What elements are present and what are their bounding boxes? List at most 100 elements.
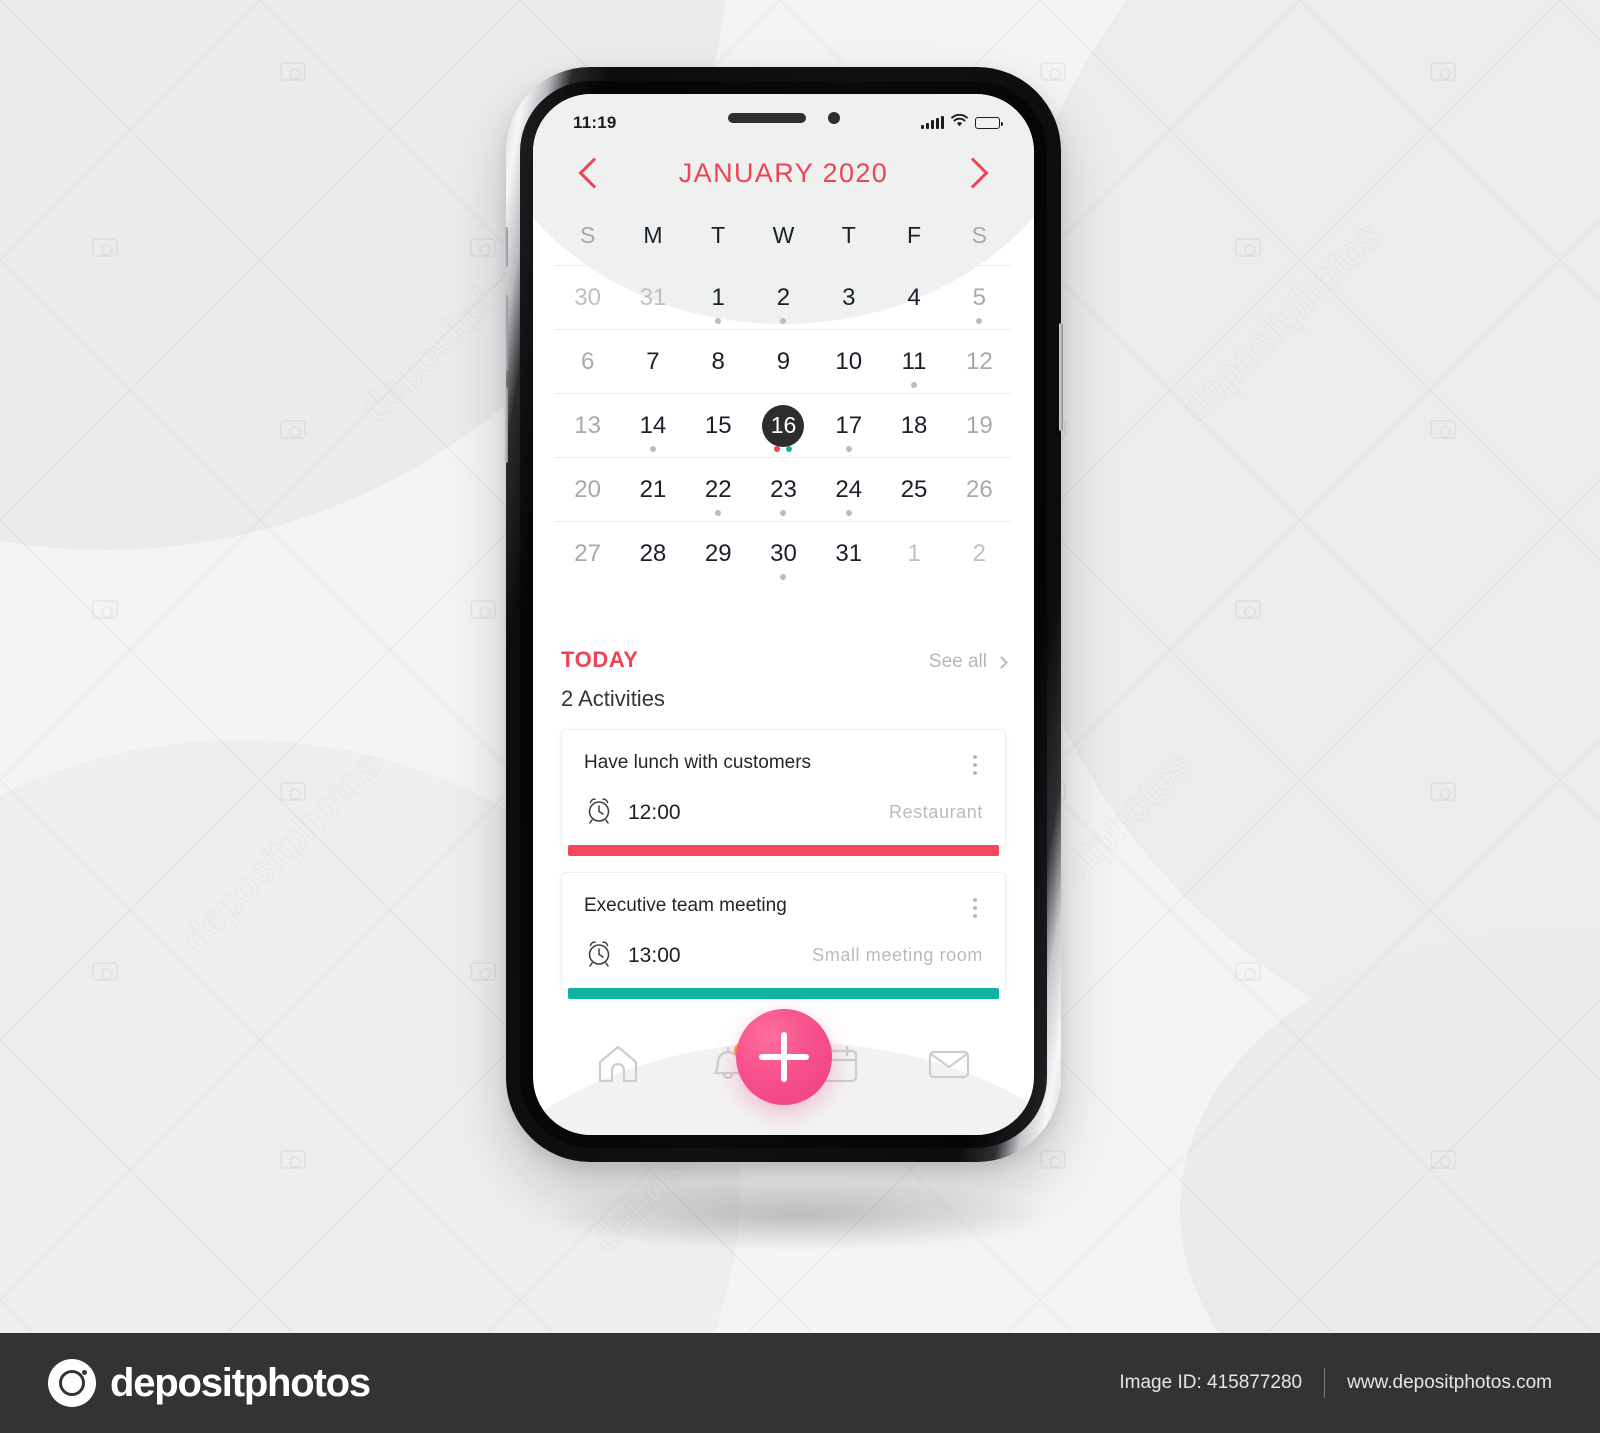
day-number: 3 bbox=[842, 283, 856, 311]
calendar-day-9[interactable]: 9 bbox=[751, 330, 816, 393]
kebab-menu-icon[interactable] bbox=[967, 752, 983, 778]
see-all-label: See all bbox=[928, 651, 987, 672]
calendar-day-15[interactable]: 15 bbox=[686, 394, 751, 457]
calendar-week-row: 30 31 1 2 3 4 5 bbox=[555, 265, 1012, 329]
plus-icon-vertical bbox=[780, 1032, 787, 1082]
volume-up-button[interactable] bbox=[504, 295, 508, 371]
event-dots bbox=[845, 510, 852, 516]
weekday-header-5: F bbox=[907, 222, 922, 248]
volume-down-button[interactable] bbox=[504, 387, 508, 463]
calendar-week-row: 27 28 29 30 31 1 2 bbox=[555, 521, 1012, 585]
calendar-day-7[interactable]: 7 bbox=[620, 330, 685, 393]
calendar-week-row: 6 7 8 9 10 11 12 bbox=[555, 329, 1012, 393]
day-number: 17 bbox=[835, 411, 863, 439]
status-icons bbox=[921, 113, 1004, 132]
calendar-day-2[interactable]: 2 bbox=[947, 522, 1012, 585]
calendar-day-12[interactable]: 12 bbox=[947, 330, 1012, 393]
day-number: 29 bbox=[704, 539, 732, 567]
weekday-header-4: T bbox=[841, 222, 856, 248]
event-dots bbox=[715, 318, 722, 324]
day-number: 15 bbox=[704, 411, 732, 439]
calendar-day-8[interactable]: 8 bbox=[686, 330, 751, 393]
calendar-day-3[interactable]: 3 bbox=[816, 266, 881, 329]
notch-area bbox=[727, 112, 840, 124]
weekday-header-row: SMTWTFS bbox=[555, 210, 1012, 265]
day-number: 14 bbox=[639, 411, 667, 439]
day-number: 5 bbox=[972, 283, 987, 311]
calendar-day-1[interactable]: 1 bbox=[881, 522, 946, 585]
activity-card-bottom: 12:00 Restaurant bbox=[584, 795, 983, 830]
event-dots bbox=[976, 318, 983, 324]
event-dots bbox=[845, 446, 852, 452]
camera-watermark-icon bbox=[1235, 238, 1261, 257]
weekday-header-3: W bbox=[772, 222, 795, 248]
calendar-day-18[interactable]: 18 bbox=[881, 394, 946, 457]
calendar-day-20[interactable]: 20 bbox=[555, 458, 620, 521]
calendar-day-30[interactable]: 30 bbox=[751, 522, 816, 585]
earpiece-speaker bbox=[727, 113, 806, 123]
day-number: 30 bbox=[770, 539, 797, 567]
day-number: 31 bbox=[835, 539, 863, 567]
calendar-day-14[interactable]: 14 bbox=[620, 394, 685, 457]
calendar-day-25[interactable]: 25 bbox=[881, 458, 946, 521]
stock-footer-bar: depositphotos Image ID: 415877280 www.de… bbox=[0, 1333, 1600, 1433]
event-dot-gray bbox=[715, 318, 722, 324]
day-number: 20 bbox=[574, 475, 601, 503]
calendar-day-10[interactable]: 10 bbox=[816, 330, 881, 393]
kebab-menu-icon[interactable] bbox=[967, 895, 983, 921]
calendar-day-2[interactable]: 2 bbox=[751, 266, 816, 329]
silent-switch[interactable] bbox=[504, 227, 508, 267]
status-time: 11:19 bbox=[573, 113, 617, 132]
calendar-day-27[interactable]: 27 bbox=[555, 522, 620, 585]
see-all-link[interactable]: See all bbox=[928, 651, 1008, 673]
screenshot-stage: depositphotos depositphotos depositphoto… bbox=[0, 0, 1600, 1433]
calendar-day-28[interactable]: 28 bbox=[620, 522, 685, 585]
calendar-day-22[interactable]: 22 bbox=[686, 458, 751, 521]
power-button[interactable] bbox=[1059, 323, 1063, 431]
calendar-day-1[interactable]: 1 bbox=[686, 266, 751, 329]
wifi-icon bbox=[951, 113, 968, 132]
nav-item-mail[interactable] bbox=[922, 1037, 976, 1091]
footer-brand-text: depositphotos bbox=[110, 1360, 371, 1405]
nav-item-home[interactable] bbox=[591, 1037, 645, 1091]
day-number: 13 bbox=[574, 411, 601, 439]
previous-month-button[interactable] bbox=[577, 156, 611, 190]
home-icon bbox=[596, 1043, 640, 1085]
activity-time: 12:00 bbox=[628, 800, 681, 824]
calendar-day-30[interactable]: 30 bbox=[555, 266, 620, 329]
activity-card[interactable]: Have lunch with customers 12:00 Restaurant bbox=[561, 729, 1006, 856]
calendar-day-6[interactable]: 6 bbox=[555, 330, 620, 393]
signal-bars-icon bbox=[921, 116, 944, 129]
calendar-day-29[interactable]: 29 bbox=[686, 522, 751, 585]
event-dots bbox=[774, 446, 793, 452]
calendar-day-31[interactable]: 31 bbox=[816, 522, 881, 585]
add-activity-fab[interactable] bbox=[735, 1009, 832, 1105]
calendar-day-24[interactable]: 24 bbox=[816, 458, 881, 521]
camera-watermark-icon bbox=[1235, 600, 1261, 619]
image-id-label: Image ID: 415877280 bbox=[1119, 1372, 1303, 1393]
camera-watermark-icon bbox=[280, 62, 306, 81]
calendar-day-23[interactable]: 23 bbox=[751, 458, 816, 521]
day-number: 7 bbox=[646, 347, 660, 375]
calendar-day-17[interactable]: 17 bbox=[816, 394, 881, 457]
footer-brand: depositphotos bbox=[48, 1359, 371, 1407]
activity-time: 13:00 bbox=[628, 943, 681, 967]
camera-watermark-icon bbox=[280, 1150, 306, 1169]
calendar-day-21[interactable]: 21 bbox=[620, 458, 685, 521]
calendar-day-16[interactable]: 16 bbox=[751, 394, 816, 457]
activity-time-group: 12:00 bbox=[584, 795, 681, 830]
footer-website-link[interactable]: www.depositphotos.com bbox=[1347, 1372, 1552, 1394]
calendar-day-19[interactable]: 19 bbox=[947, 394, 1012, 457]
month-navigation-header: JANUARY 2020 bbox=[533, 142, 1034, 204]
calendar-day-4[interactable]: 4 bbox=[881, 266, 946, 329]
event-dot-teal bbox=[786, 446, 793, 452]
next-month-button[interactable] bbox=[956, 156, 990, 190]
chevron-right-icon bbox=[957, 157, 989, 189]
phone-drop-shadow bbox=[548, 1180, 1048, 1250]
calendar-day-26[interactable]: 26 bbox=[947, 458, 1012, 521]
calendar-day-13[interactable]: 13 bbox=[555, 394, 620, 457]
calendar-day-5[interactable]: 5 bbox=[947, 266, 1012, 329]
day-number: 6 bbox=[580, 347, 595, 375]
calendar-day-11[interactable]: 11 bbox=[881, 330, 946, 393]
calendar-day-31[interactable]: 31 bbox=[620, 266, 685, 329]
